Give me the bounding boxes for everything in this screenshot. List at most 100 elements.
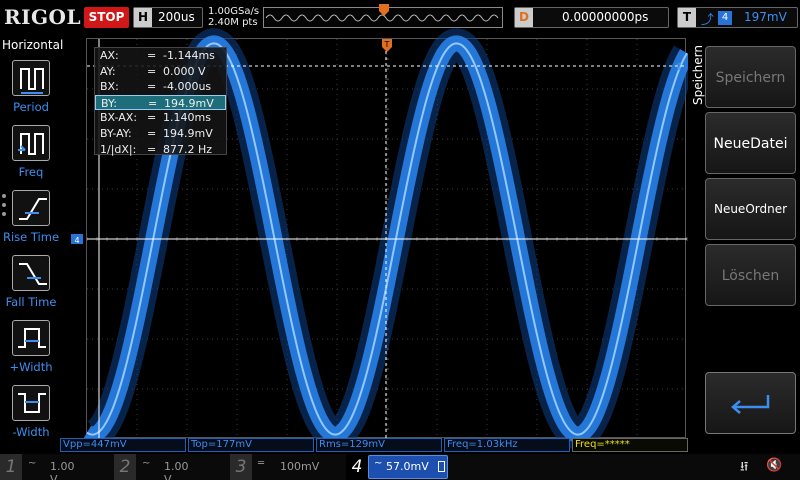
cursor-readout-row: BX: = -4.000us	[95, 79, 226, 95]
cursor-label: AX:	[100, 49, 119, 62]
trigger-level-value: 197mV	[744, 10, 787, 24]
measurement-vpp[interactable]: Vpp=447mV	[60, 438, 186, 452]
cursor-readout-row: BY-AY: = 194.9mV	[95, 126, 226, 142]
menu-item-label: +Width	[9, 360, 53, 374]
menu-item-fall-time[interactable]: Fall Time	[0, 251, 62, 313]
cursor-readout-panel: AX: = -1.144ms AY: = 0.000 V BX: = -4.000us BY: = 1…	[94, 47, 227, 158]
frequency-icon	[12, 125, 50, 161]
channel-invert-icon	[438, 461, 445, 472]
horizontal-timebase-box[interactable]: H 200us	[133, 7, 203, 28]
trigger-box[interactable]: T ⤴ 4 197mV	[677, 7, 798, 28]
menu-item-rise-time[interactable]: Rise Time	[0, 186, 62, 248]
period-icon	[12, 60, 50, 96]
channel-scale: 57.0mV	[386, 460, 429, 473]
brand-logo: RIGOL	[4, 5, 82, 29]
menu-item-positive-width[interactable]: +Width	[0, 316, 62, 378]
channel-number: 1	[0, 454, 22, 480]
channel-number: 4	[346, 454, 368, 480]
measurement-frequency[interactable]: Freq=1.03kHz	[444, 438, 570, 452]
rise-time-icon	[12, 190, 50, 226]
coupling-ac-icon: ~	[28, 458, 37, 469]
menu-item-negative-width[interactable]: -Width	[0, 381, 62, 443]
menu-item-period[interactable]: Period	[0, 56, 62, 118]
negative-width-icon	[12, 385, 50, 421]
positive-width-icon	[12, 320, 50, 356]
trigger-key-label: T	[678, 8, 696, 27]
channel-bar: 1 ~ 1.00 V 2 ~ 1.00 V 3 ═ 100mV 4 ~ 57.0…	[0, 454, 800, 480]
cursor-label: BY:	[101, 96, 117, 110]
delete-button[interactable]: Löschen	[705, 244, 796, 306]
coupling-ac-icon: ~	[374, 458, 383, 469]
new-file-button[interactable]: NeueDatei	[705, 112, 796, 174]
rising-edge-icon: ⤴	[701, 13, 715, 28]
trigger-source-badge: 4	[718, 11, 732, 25]
menu-item-label: Fall Time	[5, 295, 57, 309]
cursor-label: AY:	[100, 64, 116, 78]
measurement-frequency-math[interactable]: Freq=*****	[572, 438, 688, 452]
new-folder-button[interactable]: NeueOrdner	[705, 178, 796, 240]
delay-key-label: D	[515, 8, 533, 27]
save-button[interactable]: Speichern	[705, 46, 796, 108]
measurement-top[interactable]: Top=177mV	[188, 438, 314, 452]
delay-box[interactable]: D 0.00000000ps	[514, 7, 669, 28]
coupling-ac-icon: ~	[142, 458, 151, 469]
horizontal-measure-menu: Horizontal Period Freq Rise Time Fall Ti…	[0, 36, 64, 454]
cursor-readout-row: AY: = 0.000 V	[95, 64, 226, 80]
save-menu: Speichern Speichern NeueDatei NeueOrdner…	[688, 36, 800, 454]
cursor-equals: =	[147, 142, 157, 156]
menu-item-label: Rise Time	[2, 230, 60, 244]
cursor-value: 194.9mV	[164, 96, 214, 110]
cursor-equals: =	[147, 111, 157, 125]
delay-value: 0.00000000ps	[562, 10, 649, 24]
measurement-strip: Vpp=447mV Top=177mV Rms=129mV Freq=1.03k…	[60, 438, 688, 452]
menu-item-label: -Width	[12, 425, 50, 439]
cursor-value: 877.2 Hz	[163, 142, 213, 156]
cursor-equals: =	[148, 96, 158, 110]
channel-scale: 1.00 V	[50, 460, 75, 480]
right-menu-title: Speichern	[690, 45, 705, 105]
cursor-label: BX:	[100, 80, 119, 94]
cursor-value: -4.000us	[163, 80, 212, 94]
run-stop-button[interactable]: STOP	[84, 7, 129, 28]
menu-item-label: Period	[13, 100, 49, 114]
return-arrow-icon	[731, 395, 770, 414]
cursor-label: 1/|dX|:	[100, 142, 137, 156]
channel-4-offset-label: 4	[74, 236, 79, 245]
cursor-label: BX-AX:	[100, 111, 138, 125]
trigger-marker-label: T	[384, 40, 390, 49]
cursor-equals: =	[147, 64, 157, 78]
fall-time-icon	[12, 255, 50, 291]
cursor-label: BY-AY:	[100, 126, 132, 140]
channel-number: 2	[114, 454, 136, 480]
speaker-muted-icon: 🔇	[766, 458, 783, 473]
coupling-dc-icon: ═	[258, 458, 265, 469]
cursor-value: 0.000 V	[163, 64, 206, 78]
horizontal-key-label: H	[134, 8, 152, 27]
cursor-readout-row: 1/|dX|: = 877.2 Hz	[95, 142, 226, 158]
cursor-value: -1.144ms	[163, 49, 215, 62]
trigger-level-marker-icon: ⇕	[675, 62, 683, 73]
cursor-equals: =	[147, 80, 157, 94]
cursor-readout-row: BY: = 194.9mV	[95, 94, 226, 111]
measurement-rms[interactable]: Rms=129mV	[316, 438, 442, 452]
cursor-equals: =	[147, 126, 157, 140]
usb-icon: ⭿	[740, 460, 749, 475]
trigger-position-marker-icon	[379, 4, 389, 16]
cursor-value: 194.9mV	[163, 126, 213, 140]
cursor-equals: =	[147, 49, 157, 62]
memory-depth: 2.40M pts	[208, 17, 258, 28]
cursor-value: 1.140ms	[163, 111, 211, 125]
sample-rate: 1.00GSa/s	[208, 6, 260, 17]
cursor-readout-row: AX: = -1.144ms	[95, 48, 226, 64]
channel-scale: 1.00 V	[164, 460, 189, 480]
back-button[interactable]	[705, 372, 796, 434]
left-menu-title: Horizontal	[2, 38, 64, 52]
channel-scale: 100mV	[280, 460, 320, 473]
timebase-value: 200us	[158, 10, 195, 24]
menu-item-label: Freq	[18, 165, 44, 179]
menu-item-frequency[interactable]: Freq	[0, 121, 62, 183]
acquisition-info: 1.00GSa/s 2.40M pts	[208, 6, 259, 28]
top-status-bar: RIGOL STOP H 200us 1.00GSa/s 2.40M pts D…	[0, 0, 800, 36]
cursor-readout-row: BX-AX: = 1.140ms	[95, 110, 226, 126]
channel-number: 3	[230, 454, 252, 480]
